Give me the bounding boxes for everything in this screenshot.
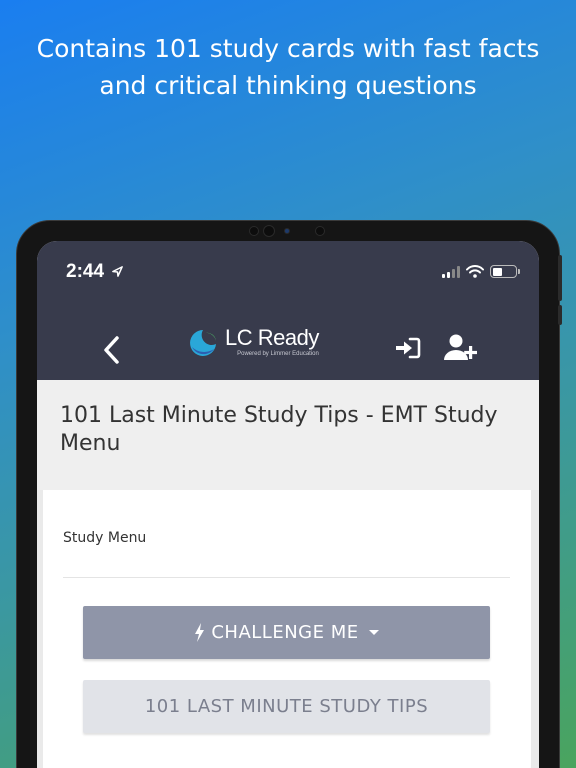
study-tips-label: 101 LAST MINUTE STUDY TIPS bbox=[144, 696, 429, 717]
promo-line-1: Contains 101 study cards with fast facts bbox=[36, 34, 540, 63]
back-button[interactable] bbox=[101, 335, 123, 365]
study-tips-button[interactable]: 101 LAST MINUTE STUDY TIPS bbox=[83, 680, 490, 733]
side-button bbox=[558, 305, 562, 325]
battery-icon bbox=[490, 265, 520, 278]
app-screen: 2:44 LC Ready Powered by Limmer Educatio… bbox=[37, 241, 539, 768]
promo-line-2: and critical thinking questions bbox=[99, 71, 477, 100]
app-header: 2:44 LC Ready Powered by Limmer Educatio… bbox=[37, 241, 539, 380]
lc-ready-logo-icon bbox=[190, 330, 216, 356]
divider bbox=[63, 577, 510, 578]
status-indicators bbox=[442, 265, 520, 278]
app-logo: LC Ready Powered by Limmer Education bbox=[187, 327, 319, 357]
front-camera bbox=[249, 226, 259, 236]
lightning-bolt-icon bbox=[195, 623, 205, 642]
user-plus-icon[interactable] bbox=[443, 333, 479, 363]
proximity-sensor bbox=[284, 228, 290, 234]
promo-caption: Contains 101 study cards with fast facts… bbox=[0, 30, 576, 104]
cellular-signal-icon bbox=[442, 265, 460, 278]
challenge-me-label: CHALLENGE ME bbox=[211, 622, 359, 643]
study-menu-card: Study Menu CHALLENGE ME 101 LAST MINUTE … bbox=[43, 490, 531, 768]
sign-in-icon[interactable] bbox=[394, 336, 422, 360]
logo-tagline: Powered by Limmer Education bbox=[237, 351, 319, 357]
title-area: 101 Last Minute Study Tips - EMT Study M… bbox=[37, 380, 539, 490]
page-title: 101 Last Minute Study Tips - EMT Study M… bbox=[60, 403, 498, 456]
wifi-icon bbox=[466, 265, 484, 278]
logo-wordmark: LC Ready bbox=[225, 325, 319, 350]
camera-sensor bbox=[263, 225, 275, 237]
location-arrow-icon bbox=[112, 266, 124, 278]
status-time: 2:44 bbox=[66, 261, 124, 283]
caret-down-icon bbox=[368, 630, 379, 635]
card-heading: Study Menu bbox=[63, 530, 147, 546]
status-time-text: 2:44 bbox=[66, 261, 105, 282]
volume-button bbox=[558, 255, 562, 301]
light-sensor bbox=[315, 226, 325, 236]
challenge-me-button[interactable]: CHALLENGE ME bbox=[83, 606, 490, 659]
